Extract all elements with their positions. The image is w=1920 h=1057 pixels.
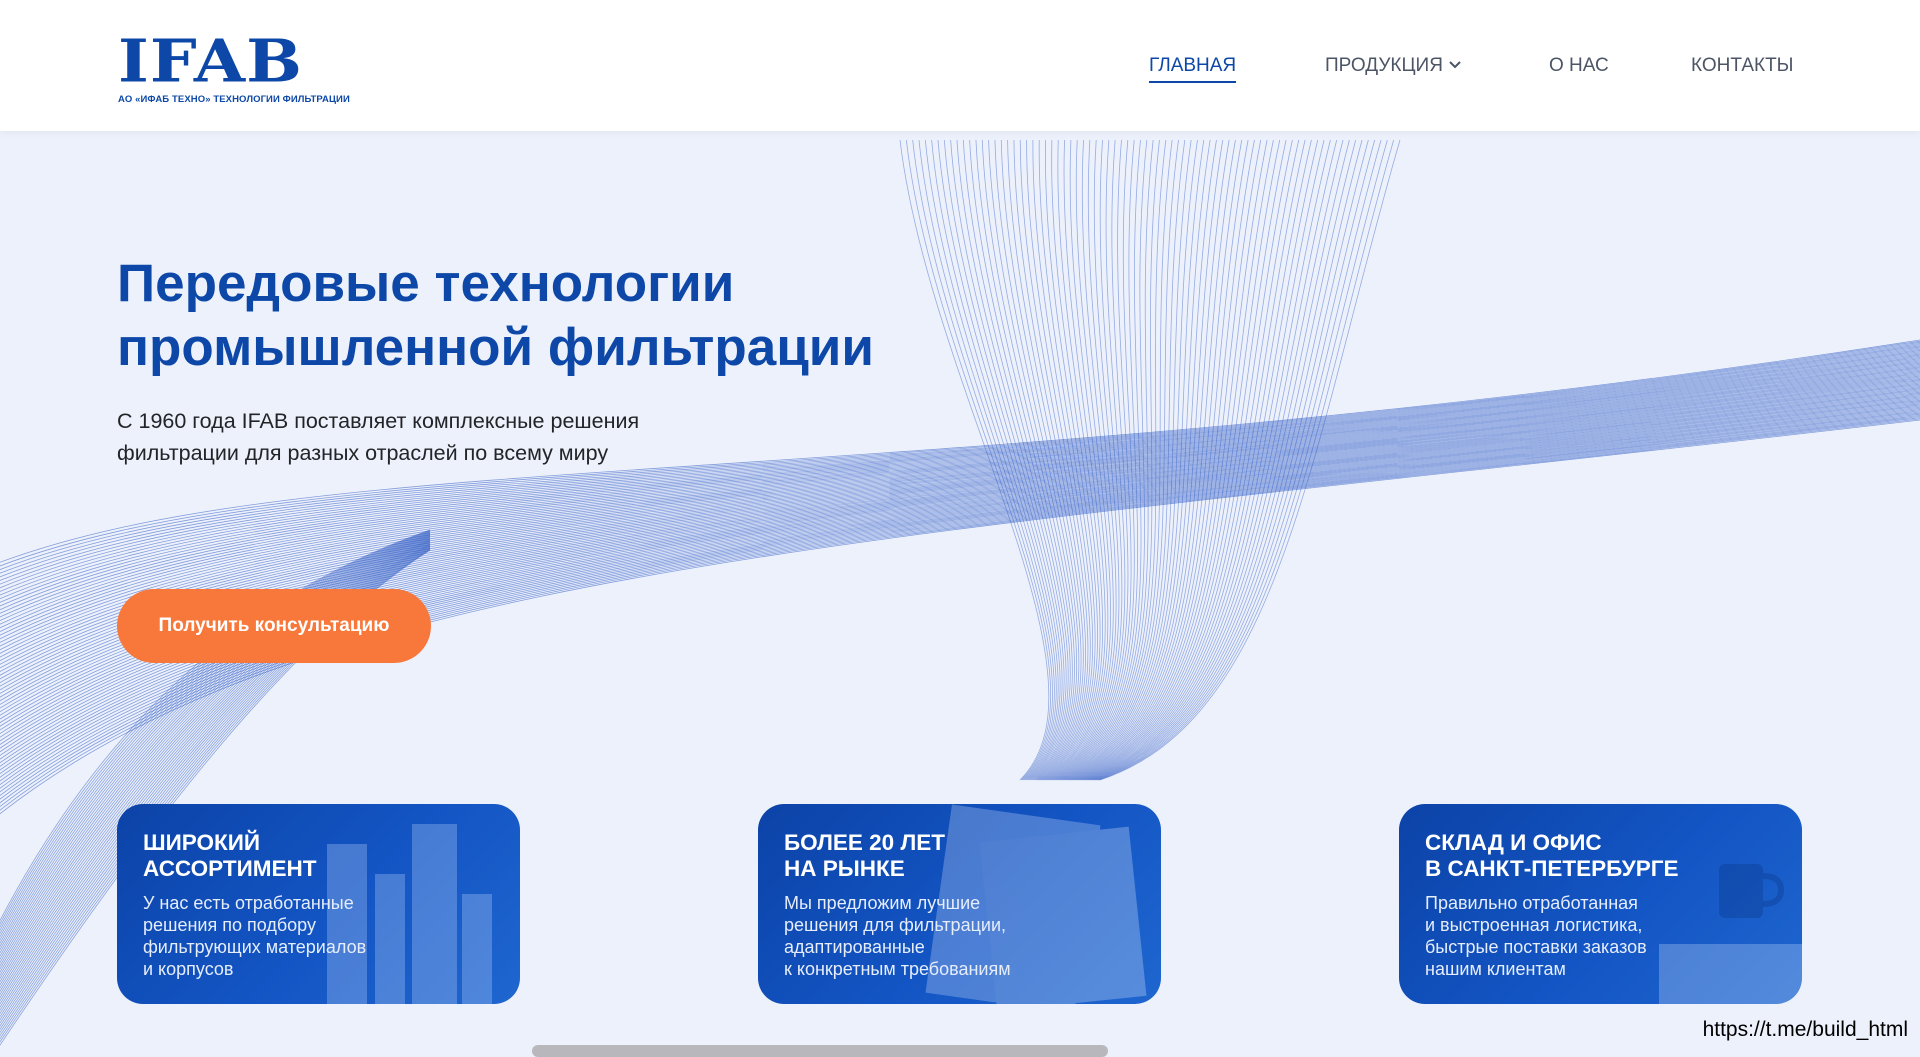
card-text-line: У нас есть отработанные [143, 893, 354, 913]
wave-line [0, 355, 1920, 614]
feature-card-warehouse[interactable]: СКЛАД И ОФИС В САНКТ-ПЕТЕРБУРГЕ Правильн… [1399, 804, 1802, 1004]
ifab-logo[interactable]: IFAB АО «ИФАБ ТЕХНО» ТЕХНОЛОГИИ ФИЛЬТРАЦ… [118, 25, 378, 112]
card-text-line: адаптированные [784, 937, 925, 957]
card-title: ШИРОКИЙ АССОРТИМЕНТ [143, 830, 503, 882]
card-text-line: и выстроенная логистика, [1425, 915, 1643, 935]
watermark-link: https://t.me/build_html [1702, 1018, 1908, 1041]
nav-item-home[interactable]: ГЛАВНАЯ [1149, 55, 1237, 83]
card-text: У нас есть отработанные решения по подбо… [143, 892, 473, 980]
card-text-line: Правильно отработанная [1425, 893, 1638, 913]
card-title-line: БОЛЕЕ 20 ЛЕТ [784, 830, 945, 855]
wave-line [0, 354, 1920, 611]
hero-subtitle-line: С 1960 года IFAB поставляет комплексные … [117, 409, 640, 433]
card-text: Мы предложим лучшие решения для фильтрац… [784, 892, 1114, 980]
card-text-line: и корпусов [143, 959, 234, 979]
chevron-down-icon [1449, 61, 1461, 69]
get-consultation-button[interactable]: Получить консультацию [117, 589, 431, 663]
card-title-line: СКЛАД И ОФИС [1425, 830, 1602, 855]
card-title-line: АССОРТИМЕНТ [143, 856, 317, 881]
card-text-line: решения для фильтрации, [784, 915, 1006, 935]
hero-subtitle: С 1960 года IFAB поставляет комплексные … [117, 405, 717, 469]
card-title: БОЛЕЕ 20 ЛЕТ НА РЫНКЕ [784, 830, 1144, 882]
card-text-line: к конкретным требованиям [784, 959, 1011, 979]
hero-title-line: промышленной фильтрации [117, 318, 874, 377]
wave-line [956, 139, 1067, 781]
nav-item-products[interactable]: ПРОДУКЦИЯ [1325, 55, 1461, 77]
card-text-line: Мы предложим лучшие [784, 893, 981, 913]
card-title-line: НА РЫНКЕ [784, 856, 905, 881]
nav-item-about[interactable]: О НАС [1549, 55, 1609, 77]
logo-subtitle: АО «ИФАБ ТЕХНО» ТЕХНОЛОГИИ ФИЛЬТРАЦИИ [118, 94, 350, 105]
hero-title: Передовые технологии промышленной фильтр… [117, 252, 1017, 380]
horizontal-scrollbar[interactable] [532, 1045, 1108, 1057]
card-title-line: В САНКТ-ПЕТЕРБУРГЕ [1425, 856, 1679, 881]
card-text-line: решения по подбору [143, 915, 316, 935]
card-text-line: быстрые поставки заказов [1425, 937, 1647, 957]
site-header: IFAB АО «ИФАБ ТЕХНО» ТЕХНОЛОГИИ ФИЛЬТРАЦ… [0, 0, 1920, 131]
feature-card-assortment[interactable]: ШИРОКИЙ АССОРТИМЕНТ У нас есть отработан… [117, 804, 520, 1004]
logo-wordmark: IFAB [118, 25, 303, 96]
hero-title-line: Передовые технологии [117, 254, 735, 313]
card-title: СКЛАД И ОФИС В САНКТ-ПЕТЕРБУРГЕ [1425, 830, 1785, 882]
feature-card-experience[interactable]: БОЛЕЕ 20 ЛЕТ НА РЫНКЕ Мы предложим лучши… [758, 804, 1161, 1004]
nav-item-products-label: ПРОДУКЦИЯ [1325, 55, 1443, 76]
hero-subtitle-line: фильтрации для разных отраслей по всему … [117, 441, 609, 465]
card-text-line: нашим клиентам [1425, 959, 1566, 979]
card-text: Правильно отработанная и выстроенная лог… [1425, 892, 1755, 980]
card-text-line: фильтрующих материалов [143, 937, 367, 957]
card-title-line: ШИРОКИЙ [143, 830, 261, 855]
nav-item-contacts[interactable]: КОНТАКТЫ [1691, 55, 1794, 77]
